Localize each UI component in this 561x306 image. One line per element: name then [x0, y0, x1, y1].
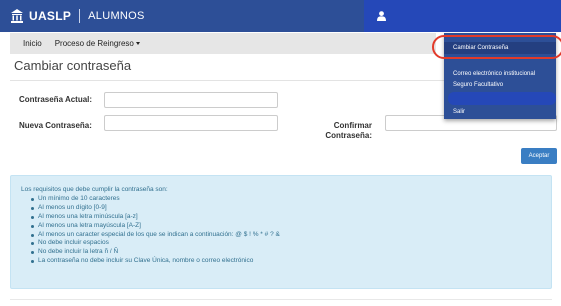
menu-item-seguro-facultativo[interactable]: Seguro Facultativo [444, 80, 556, 90]
requirement-item: No debe incluir espacios [30, 239, 280, 248]
menu-item-cambiar-contrasena[interactable]: Cambiar Contraseña [444, 42, 556, 54]
bullet-icon [31, 242, 34, 246]
bullet-icon [31, 224, 34, 228]
confirm-password-label-line1: Confirmar [333, 121, 372, 130]
current-password-label: Contraseña Actual: [19, 95, 93, 104]
requirement-text: La contraseña no debe incluir su Clave Ú… [38, 257, 254, 265]
requirement-item: Al menos un caracter especial de los que… [30, 231, 280, 240]
password-requirements-box: Los requisitos que debe cumplir la contr… [10, 175, 552, 289]
menu-item-blank[interactable] [448, 92, 556, 105]
bullet-icon [31, 260, 34, 264]
requirement-item: Un mínimo de 10 caracteres [30, 195, 280, 204]
page-title: Cambiar contraseña [14, 58, 132, 73]
requirements-intro: Los requisitos que debe cumplir la contr… [21, 186, 168, 193]
bullet-icon [31, 206, 34, 210]
brand-title: UASLP [29, 9, 72, 23]
new-password-input[interactable] [104, 115, 278, 131]
bullet-icon [31, 215, 34, 219]
menu-item-salir[interactable]: Salir [444, 107, 556, 117]
nav-item-inicio[interactable]: Inicio [23, 39, 42, 48]
requirement-item: Al menos una letra minúscula [a-z] [30, 213, 280, 222]
footer-divider [10, 299, 552, 300]
new-password-label: Nueva Contraseña: [19, 121, 92, 130]
nav-item-label: Proceso de Reingreso [54, 39, 134, 48]
brand[interactable]: UASLP ALUMNOS [11, 0, 145, 32]
requirement-item: Al menos un dígito [0-9] [30, 204, 280, 213]
accept-button[interactable]: Aceptar [521, 148, 557, 164]
user-menu-toggle[interactable] [364, 0, 561, 32]
confirm-password-label: Confirmar Contraseña: [324, 121, 372, 141]
requirement-text: Al menos una letra minúscula [a-z] [38, 212, 138, 220]
user-dropdown-menu: Cambiar Contraseña Correo electrónico in… [444, 33, 556, 119]
brand-divider [79, 9, 81, 23]
requirement-text: Al menos una letra mayúscula [A-Z] [38, 221, 141, 229]
university-building-icon [11, 9, 23, 23]
requirement-text: Un mínimo de 10 caracteres [38, 195, 120, 202]
nav-item-proceso-de-reingreso[interactable]: Proceso de Reingreso [55, 39, 140, 48]
requirements-list: Un mínimo de 10 caracteres Al menos un d… [30, 195, 280, 266]
brand-subtitle: ALUMNOS [88, 10, 145, 22]
requirement-text: No debe incluir espacios [38, 239, 109, 247]
menu-item-correo-institucional[interactable]: Correo electrónico institucional [444, 69, 556, 79]
requirement-text: No debe incluir la letra ñ / Ñ [38, 248, 119, 256]
page: UASLP ALUMNOS Inicio Proceso de Reingres… [0, 0, 561, 306]
requirement-text: Al menos un caracter especial de los que… [38, 230, 280, 238]
bullet-icon [31, 233, 34, 237]
top-navbar: UASLP ALUMNOS [0, 0, 561, 32]
current-password-input[interactable] [104, 92, 278, 108]
requirement-item: La contraseña no debe incluir su Clave Ú… [30, 257, 280, 266]
requirement-text: Al menos un dígito [0-9] [38, 203, 107, 211]
requirement-item: No debe incluir la letra ñ / Ñ [30, 248, 280, 257]
bullet-icon [31, 198, 34, 201]
requirement-item: Al menos una letra mayúscula [A-Z] [30, 222, 280, 231]
bullet-icon [31, 251, 34, 255]
confirm-password-label-line2: Contraseña: [325, 131, 372, 140]
sub-navbar: Inicio Proceso de Reingreso [10, 33, 436, 54]
user-icon [377, 11, 386, 21]
caret-down-icon [135, 42, 140, 46]
